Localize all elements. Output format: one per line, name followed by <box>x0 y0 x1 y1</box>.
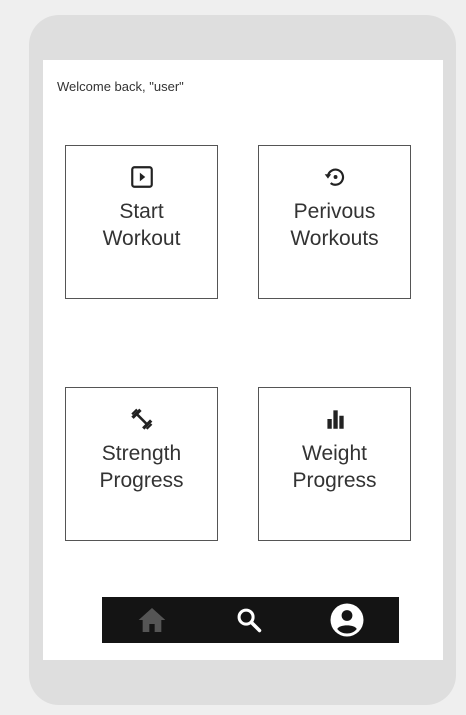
strength-progress-button[interactable]: Strength Progress <box>65 387 218 541</box>
search-icon <box>237 608 262 633</box>
start-workout-label: Start Workout <box>102 200 181 250</box>
bar-chart-icon <box>326 410 344 429</box>
previous-workouts-label: Perivous Workouts <box>290 200 379 250</box>
play-box-icon <box>130 166 153 188</box>
weight-progress-button[interactable]: Weight Progress <box>258 387 411 541</box>
account-circle-icon <box>330 603 364 637</box>
previous-workouts-button[interactable]: Perivous Workouts <box>258 145 411 299</box>
strength-progress-label: Strength Progress <box>99 442 184 492</box>
start-workout-button[interactable]: Start Workout <box>65 145 218 299</box>
nav-profile-button[interactable] <box>317 597 377 643</box>
app-screen: Welcome back, "user" Start Workout Periv… <box>43 60 443 660</box>
nav-home-button[interactable] <box>122 597 182 643</box>
welcome-message: Welcome back, "user" <box>57 79 184 94</box>
dumbbell-icon <box>130 408 152 430</box>
home-icon <box>138 608 166 632</box>
bottom-nav-bar <box>102 597 399 643</box>
weight-progress-label: Weight Progress <box>292 442 377 492</box>
history-icon <box>324 168 344 186</box>
nav-search-button[interactable] <box>219 597 279 643</box>
